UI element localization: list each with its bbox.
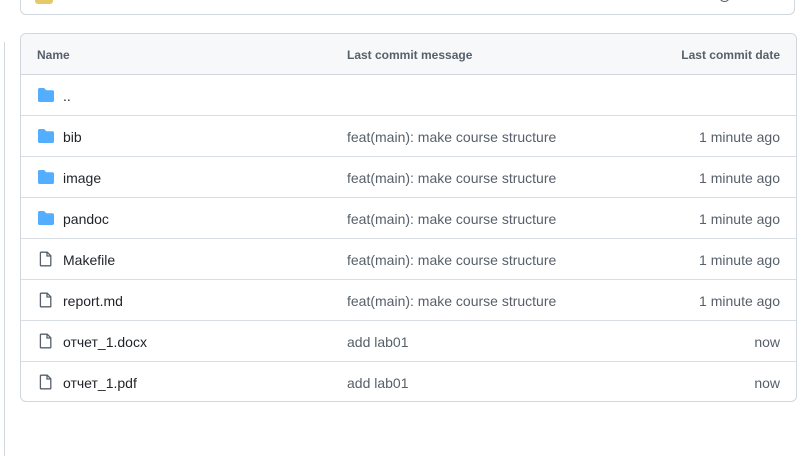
header-last-commit-date: Last commit date [681,48,780,62]
commit-message-link[interactable]: feat(main): make course structure [347,129,556,145]
commit-date: 1 minute ago [699,170,780,186]
header-name: Name [37,48,70,62]
commit-message-link[interactable]: add lab01 [347,334,409,350]
table-row[interactable]: report.md feat(main): make course structu… [21,280,796,321]
file-name-link[interactable]: image [63,170,101,186]
commit-message-link[interactable]: feat(main): make course structure [347,293,556,309]
table-row[interactable]: image feat(main): make course structure 1 … [21,157,796,198]
commit-message-link[interactable]: feat(main): make course structure [347,211,556,227]
commit-message-link[interactable]: feat(main): make course structure [347,170,556,186]
page: Name Last commit message Last commit dat… [0,0,803,456]
file-name-link[interactable]: Makefile [63,252,115,268]
file-name-link[interactable]: отчет_1.pdf [63,375,137,391]
table-row[interactable]: bib feat(main): make course structure 1 mi… [21,116,796,157]
file-icon [37,374,55,390]
history-icon[interactable] [719,0,730,2]
commit-date: 1 minute ago [699,293,780,309]
commit-date: 1 minute ago [699,129,780,145]
table-row[interactable]: отчет_1.pdf add lab01 now [21,362,796,401]
parent-directory-link[interactable]: .. [63,88,71,104]
file-icon [37,333,55,349]
commit-date: 1 minute ago [699,252,780,268]
commit-date: 1 minute ago [699,211,780,227]
table-row[interactable]: pandoc feat(main): make course structure 1… [21,198,796,239]
file-icon [37,292,55,308]
file-table: Name Last commit message Last commit dat… [20,33,797,402]
table-row[interactable]: Makefile feat(main): make course structur… [21,239,796,280]
file-icon [37,251,55,267]
left-panel-edge [0,42,5,456]
file-name-link[interactable]: report.md [63,293,123,309]
table-row[interactable]: отчет_1.docx add lab01 now [21,321,796,362]
table-header: Name Last commit message Last commit dat… [21,34,796,75]
header-last-commit-message: Last commit message [347,48,473,62]
avatar[interactable] [35,0,53,4]
commit-message-link[interactable]: feat(main): make course structure [347,252,556,268]
commit-message-link[interactable]: add lab01 [347,375,409,391]
file-name-link[interactable]: pandoc [63,211,109,227]
commit-date: now [754,334,780,350]
folder-icon [37,210,55,226]
file-name-link[interactable]: bib [63,129,82,145]
folder-icon [37,87,55,103]
folder-icon [37,128,55,144]
file-name-link[interactable]: отчет_1.docx [63,334,147,350]
commit-date: now [754,375,780,391]
folder-icon [37,169,55,185]
latest-commit-bar [20,0,795,15]
table-row-parent-directory[interactable]: .. [21,75,796,116]
